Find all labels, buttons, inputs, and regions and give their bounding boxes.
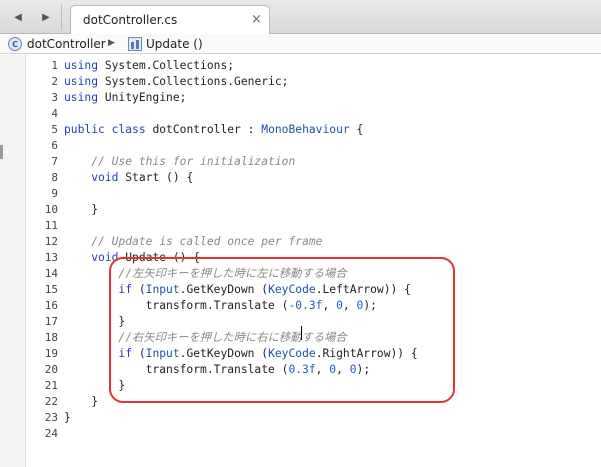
line-number: 21 bbox=[44, 379, 58, 392]
line-number: 20 bbox=[44, 363, 58, 376]
code-text: using System.Collections; bbox=[64, 58, 234, 74]
tab-dotcontroller[interactable]: dotController.cs × bbox=[70, 5, 270, 35]
code-token: System.Collections; bbox=[98, 59, 235, 72]
code-text: } bbox=[64, 202, 98, 218]
code-token: class bbox=[111, 123, 146, 136]
breadcrumb-method[interactable]: Update () bbox=[146, 37, 203, 51]
line-number: 23 bbox=[44, 411, 58, 424]
line-number: 15 bbox=[44, 283, 58, 296]
code-token: using bbox=[64, 91, 99, 104]
code-line[interactable]: 3 using UnityEngine; bbox=[26, 90, 601, 106]
code-token: UnityEngine; bbox=[98, 91, 187, 104]
code-token: dotController : bbox=[145, 123, 262, 136]
tab-label: dotController.cs bbox=[83, 13, 178, 27]
code-token: // Update is called once per frame bbox=[64, 235, 323, 248]
line-number: 3 bbox=[51, 91, 58, 104]
code-line[interactable]: 10 } bbox=[26, 202, 601, 218]
line-number: 7 bbox=[51, 155, 58, 168]
gutter-marker bbox=[0, 145, 3, 159]
line-number: 12 bbox=[44, 235, 58, 248]
code-token: void bbox=[91, 171, 119, 184]
code-text: } bbox=[64, 394, 98, 410]
code-token: Start () { bbox=[118, 171, 194, 184]
code-token: using bbox=[64, 59, 99, 72]
code-text: public class dotController : MonoBehavio… bbox=[64, 122, 363, 138]
code-line[interactable]: 11 bbox=[26, 218, 601, 234]
code-token: MonoBehaviour bbox=[261, 123, 350, 136]
line-number: 14 bbox=[44, 267, 58, 280]
code-token: public bbox=[64, 123, 105, 136]
line-number: 17 bbox=[44, 315, 58, 328]
line-number: 6 bbox=[51, 139, 58, 152]
breadcrumb: C dotController ▶ Update () bbox=[0, 34, 601, 54]
line-number: 4 bbox=[51, 107, 58, 120]
code-line[interactable]: 23} bbox=[26, 410, 601, 426]
left-gutter-strip bbox=[0, 55, 26, 467]
code-line[interactable]: 5 public class dotController : MonoBehavi… bbox=[26, 122, 601, 138]
text-cursor bbox=[301, 326, 302, 340]
code-token: } bbox=[64, 395, 99, 408]
tab-bar: ◀ ▶ dotController.cs × bbox=[0, 0, 601, 35]
code-token: System.Collections.Generic; bbox=[98, 75, 289, 88]
code-line[interactable]: 8 void Start () { bbox=[26, 170, 601, 186]
code-token: { bbox=[349, 123, 364, 136]
line-number: 10 bbox=[44, 203, 58, 216]
code-line[interactable]: 9 bbox=[26, 186, 601, 202]
method-icon bbox=[128, 37, 142, 51]
line-number: 22 bbox=[44, 395, 58, 408]
line-number: 5 bbox=[51, 123, 58, 136]
code-line[interactable]: 4 bbox=[26, 106, 601, 122]
back-arrow-icon[interactable]: ◀ bbox=[4, 6, 32, 28]
code-line[interactable]: 1 using System.Collections; bbox=[26, 58, 601, 74]
chevron-right-icon: ▶ bbox=[108, 38, 115, 48]
code-text: // Update is called once per frame bbox=[64, 234, 322, 250]
line-number: 9 bbox=[51, 187, 58, 200]
breadcrumb-class[interactable]: dotController bbox=[27, 37, 106, 51]
code-token: } bbox=[64, 411, 71, 424]
code-text: using UnityEngine; bbox=[64, 90, 186, 106]
line-number: 13 bbox=[44, 251, 58, 264]
code-text: // Use this for initialization bbox=[64, 154, 295, 170]
code-token: } bbox=[64, 203, 99, 216]
red-highlight-annotation bbox=[109, 257, 455, 403]
code-token: // Use this for initialization bbox=[64, 155, 296, 168]
line-number: 16 bbox=[44, 299, 58, 312]
line-number: 19 bbox=[44, 347, 58, 360]
forward-arrow-icon[interactable]: ▶ bbox=[32, 6, 60, 28]
nav-divider bbox=[61, 4, 62, 30]
code-text: using System.Collections.Generic; bbox=[64, 74, 288, 90]
line-number: 8 bbox=[51, 171, 58, 184]
code-line[interactable]: 7 // Use this for initialization bbox=[26, 154, 601, 170]
code-text: } bbox=[64, 410, 71, 426]
line-number: 2 bbox=[51, 75, 58, 88]
code-line[interactable]: 12 // Update is called once per frame bbox=[26, 234, 601, 250]
code-token: using bbox=[64, 75, 99, 88]
line-number: 11 bbox=[44, 219, 58, 232]
line-number: 24 bbox=[44, 427, 58, 440]
line-number: 1 bbox=[51, 59, 58, 72]
code-line[interactable]: 24 bbox=[26, 426, 601, 442]
code-line[interactable]: 2 using System.Collections.Generic; bbox=[26, 74, 601, 90]
line-number: 18 bbox=[44, 331, 58, 344]
code-text: void Start () { bbox=[64, 170, 193, 186]
close-icon[interactable]: × bbox=[251, 12, 262, 27]
class-icon: C bbox=[8, 37, 22, 51]
code-line[interactable]: 6 bbox=[26, 138, 601, 154]
